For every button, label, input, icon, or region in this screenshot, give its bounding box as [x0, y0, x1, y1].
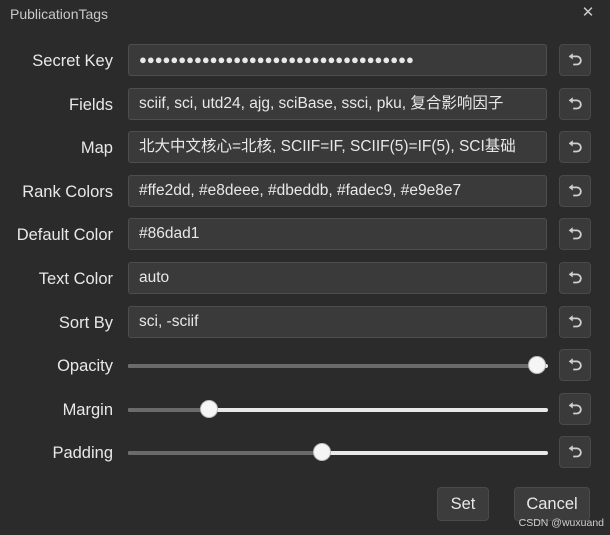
row-map: Map 北大中文核心=北核, SCIIF=IF, SCIIF(5)=IF(5),…	[0, 131, 610, 165]
cancel-button[interactable]: Cancel	[514, 487, 590, 521]
margin-slider[interactable]	[128, 393, 548, 427]
row-fields: Fields sciif, sci, utd24, ajg, sciBase, …	[0, 88, 610, 122]
text-color-label: Text Color	[38, 270, 113, 288]
text-color-reset-button[interactable]	[559, 262, 591, 294]
sort-by-field[interactable]: sci, -sciif	[128, 306, 547, 338]
opacity-reset-button[interactable]	[559, 349, 591, 381]
fields-field[interactable]: sciif, sci, utd24, ajg, sciBase, ssci, p…	[128, 88, 547, 120]
margin-reset-button[interactable]	[559, 393, 591, 425]
reset-arrow-icon	[568, 97, 582, 110]
sort-by-reset-button[interactable]	[559, 306, 591, 338]
row-opacity: Opacity	[0, 349, 610, 383]
watermark-text: CSDN @wuxuand	[518, 517, 604, 529]
reset-arrow-icon	[568, 227, 582, 240]
reset-arrow-icon	[568, 315, 582, 328]
default-color-reset-button[interactable]	[559, 218, 591, 250]
slider-fill	[128, 408, 209, 412]
map-reset-button[interactable]	[559, 131, 591, 163]
reset-arrow-icon	[568, 184, 582, 197]
opacity-label: Opacity	[57, 357, 113, 375]
publication-tags-dialog: PublicationTags ✕ Secret Key ●●●●●●●●●●●…	[0, 0, 610, 535]
fields-reset-button[interactable]	[559, 88, 591, 120]
title-bar: PublicationTags ✕	[0, 0, 610, 30]
map-field[interactable]: 北大中文核心=北核, SCIIF=IF, SCIIF(5)=IF(5), SCI…	[128, 131, 547, 163]
default-color-field[interactable]: #86dad1	[128, 218, 547, 250]
map-label: Map	[80, 139, 113, 157]
row-padding: Padding	[0, 436, 610, 470]
reset-arrow-icon	[568, 445, 582, 458]
opacity-slider[interactable]	[128, 349, 548, 383]
slider-thumb[interactable]	[199, 400, 218, 418]
set-button[interactable]: Set	[437, 487, 489, 521]
secret-key-reset-button[interactable]	[559, 44, 591, 76]
row-rank-colors: Rank Colors #ffe2dd, #e8deee, #dbeddb, #…	[0, 175, 610, 209]
margin-label: Margin	[62, 401, 113, 419]
slider-thumb[interactable]	[313, 443, 332, 461]
window-title: PublicationTags	[10, 6, 109, 22]
secret-key-label: Secret Key	[32, 52, 113, 70]
reset-arrow-icon	[568, 140, 582, 153]
slider-fill	[128, 451, 323, 455]
rank-colors-reset-button[interactable]	[559, 175, 591, 207]
reset-arrow-icon	[568, 271, 582, 284]
default-color-label: Default Color	[16, 226, 113, 244]
row-secret-key: Secret Key ●●●●●●●●●●●●●●●●●●●●●●●●●●●●●…	[0, 44, 610, 78]
row-default-color: Default Color #86dad1	[0, 218, 610, 252]
padding-slider[interactable]	[128, 436, 548, 470]
text-color-field[interactable]: auto	[128, 262, 547, 294]
reset-arrow-icon	[568, 402, 582, 415]
padding-reset-button[interactable]	[559, 436, 591, 468]
close-icon[interactable]: ✕	[578, 3, 598, 23]
reset-arrow-icon	[568, 53, 582, 66]
row-margin: Margin	[0, 393, 610, 427]
slider-fill	[128, 364, 537, 368]
row-sort-by: Sort By sci, -sciif	[0, 306, 610, 340]
row-text-color: Text Color auto	[0, 262, 610, 296]
secret-key-field[interactable]: ●●●●●●●●●●●●●●●●●●●●●●●●●●●●●●●●●●●	[128, 44, 547, 76]
fields-label: Fields	[68, 96, 113, 114]
rank-colors-label: Rank Colors	[22, 183, 113, 201]
slider-thumb[interactable]	[528, 356, 546, 374]
reset-arrow-icon	[568, 358, 582, 371]
sort-by-label: Sort By	[58, 314, 113, 332]
rank-colors-field[interactable]: #ffe2dd, #e8deee, #dbeddb, #fadec9, #e9e…	[128, 175, 547, 207]
padding-label: Padding	[52, 444, 113, 462]
